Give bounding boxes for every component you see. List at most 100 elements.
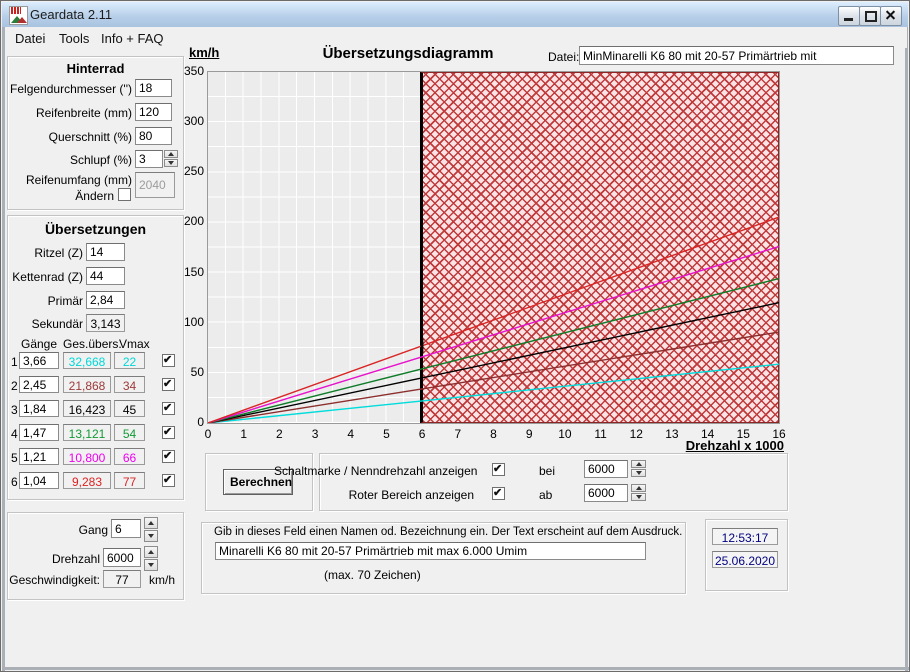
gear-number: 2 — [11, 379, 18, 393]
geschwindigkeit-label: Geschwindigkeit: — [9, 573, 100, 587]
gear1-ratio-input[interactable] — [19, 352, 59, 369]
y-tick-label: 300 — [184, 114, 204, 128]
felgendurchmesser-label: Felgendurchmesser ('') — [9, 82, 132, 96]
x-tick-label: 11 — [594, 427, 606, 441]
app-icon — [9, 6, 28, 25]
schaltmarke-label: Schaltmarke / Nenndrehzahl anzeigen — [274, 464, 474, 478]
drehzahl-up-button[interactable] — [144, 546, 158, 558]
x-tick-label: 8 — [490, 427, 497, 441]
reifenumfang-label: Reifenumfang (mm) — [9, 173, 132, 187]
roter-bereich-label: Roter Bereich anzeigen — [274, 488, 474, 502]
gear-number: 1 — [11, 355, 18, 369]
drehzahl-input[interactable] — [103, 548, 141, 567]
menu-info-faq[interactable]: Info + FAQ — [97, 30, 168, 47]
gear5-total-value: 10,800 — [63, 448, 111, 465]
gang-up-button[interactable] — [144, 517, 158, 529]
bei-rpm-input[interactable] — [584, 460, 628, 478]
sekundaer-label: Sekundär — [9, 317, 83, 331]
anzeige-panel — [319, 453, 788, 511]
datei-label: Datei: — [548, 50, 579, 64]
drehzahl-down-button[interactable] — [144, 559, 158, 571]
x-tick-label: 1 — [240, 427, 247, 441]
gear6-ratio-input[interactable] — [19, 472, 59, 489]
gear6-total-value: 9,283 — [63, 472, 111, 489]
ab-up-button[interactable] — [631, 484, 646, 492]
ritzel-label: Ritzel (Z) — [9, 246, 83, 260]
kettenrad-input[interactable] — [86, 267, 125, 285]
gear5-vmax-value: 66 — [114, 448, 145, 465]
schaltmarke-checkbox[interactable] — [492, 463, 505, 476]
sekundaer-value: 3,143 — [86, 314, 125, 332]
ab-down-button[interactable] — [631, 493, 646, 501]
x-tick-label: 3 — [312, 427, 319, 441]
gear-number: 3 — [11, 403, 18, 417]
name-hint: Gib in dieses Feld einen Namen od. Bezei… — [214, 526, 682, 538]
x-tick-label: 12 — [630, 427, 643, 441]
gang-label: Gang — [9, 523, 108, 537]
bei-up-button[interactable] — [631, 460, 646, 468]
maximize-icon — [865, 11, 877, 22]
y-tick-label: 250 — [184, 164, 204, 178]
date-value: 25.06.2020 — [712, 551, 778, 568]
gang-stepper — [144, 517, 158, 543]
gaenge-header: Gänge — [21, 337, 57, 351]
y-tick-label: 150 — [184, 265, 204, 279]
app-window: Geardata 2.11 Datei Tools Info + FAQ Hin… — [0, 0, 910, 672]
gear6-vmax-value: 77 — [114, 472, 145, 489]
minimize-icon — [844, 18, 853, 21]
window-border-bottom — [2, 667, 910, 670]
ab-rpm-input[interactable] — [584, 484, 628, 502]
gear-line — [208, 364, 779, 423]
name-input[interactable] — [215, 542, 646, 560]
geschwindigkeit-unit: km/h — [149, 573, 175, 587]
y-tick-label: 50 — [191, 365, 204, 379]
gear6-show-checkbox[interactable] — [162, 474, 175, 487]
bei-down-button[interactable] — [631, 469, 646, 477]
kettenrad-label: Kettenrad (Z) — [9, 270, 83, 284]
close-button[interactable] — [880, 6, 902, 26]
window-title: Geardata 2.11 — [30, 7, 112, 22]
gang-input[interactable] — [111, 519, 141, 538]
gear5-ratio-input[interactable] — [19, 448, 59, 465]
schlupf-label: Schlupf (%) — [9, 153, 132, 167]
gear3-total-value: 16,423 — [63, 400, 111, 417]
x-tick-label: 9 — [526, 427, 533, 441]
gear4-ratio-input[interactable] — [19, 424, 59, 441]
x-tick-label: 6 — [419, 427, 426, 441]
x-tick-label: 7 — [454, 427, 461, 441]
ritzel-input[interactable] — [86, 243, 125, 261]
gear2-ratio-input[interactable] — [19, 376, 59, 393]
title-bar[interactable]: Geardata 2.11 — [2, 2, 908, 28]
x-axis-label: Drehzahl x 1000 — [659, 438, 784, 453]
gesuebers-header: Ges.übers. — [63, 337, 122, 351]
time-value: 12:53:17 — [712, 528, 778, 545]
gear3-ratio-input[interactable] — [19, 400, 59, 417]
window-border-right — [905, 27, 908, 672]
window-border-left — [2, 27, 5, 672]
gear4-vmax-value: 54 — [114, 424, 145, 441]
ab-label: ab — [539, 488, 552, 502]
menu-tools[interactable]: Tools — [55, 30, 93, 47]
max-chars-label: (max. 70 Zeichen) — [324, 568, 421, 582]
drehzahl-label: Drehzahl — [9, 552, 100, 566]
gear-line — [208, 279, 779, 423]
bei-stepper — [631, 460, 646, 478]
roter-bereich-checkbox[interactable] — [492, 487, 505, 500]
gear4-show-checkbox[interactable] — [162, 426, 175, 439]
primaer-input[interactable] — [86, 291, 125, 309]
y-tick-label: 350 — [184, 64, 204, 78]
maximize-button[interactable] — [859, 6, 881, 26]
gang-down-button[interactable] — [144, 530, 158, 542]
drehzahl-stepper — [144, 546, 158, 572]
y-axis-ticks: 050100150200250300350 — [121, 71, 204, 422]
menu-datei[interactable]: Datei — [11, 30, 49, 47]
gear1-total-value: 32,668 — [63, 352, 111, 369]
geschwindigkeit-value: 77 — [103, 570, 141, 588]
x-tick-label: 5 — [383, 427, 390, 441]
datei-input[interactable] — [579, 46, 894, 65]
ab-stepper — [631, 484, 646, 502]
uebersetzungs-diagramm-plot — [207, 71, 780, 424]
gear5-show-checkbox[interactable] — [162, 450, 175, 463]
minimize-button[interactable] — [838, 6, 860, 26]
bei-label: bei — [539, 464, 555, 478]
